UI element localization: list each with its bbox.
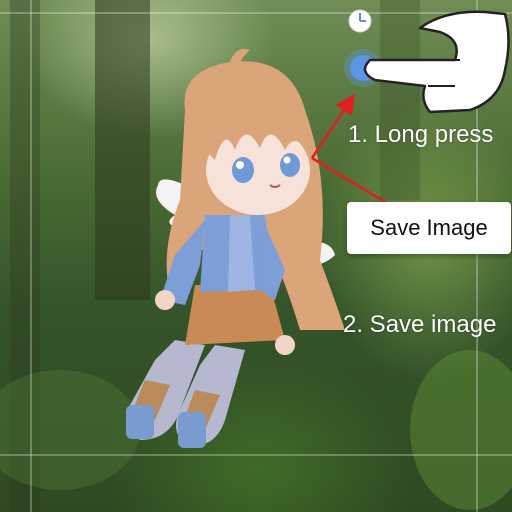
instruction-step-1: 1. Long press	[348, 121, 494, 148]
save-image-menu-item[interactable]: Save Image	[347, 202, 511, 254]
instruction-step-2: 2. Save image	[343, 311, 497, 338]
hand-pointer-icon	[363, 10, 510, 114]
